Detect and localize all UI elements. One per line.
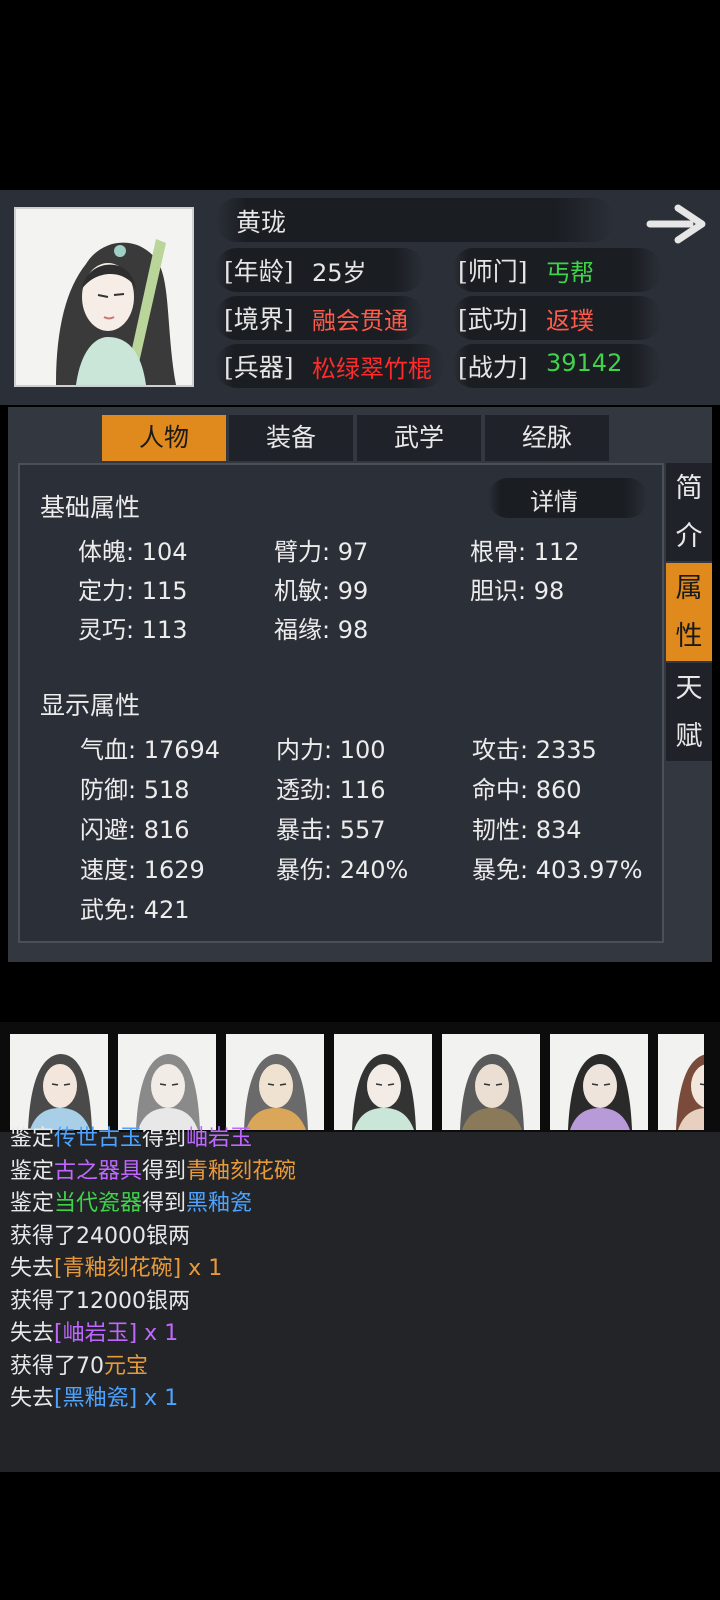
basic-attributes-title: 基础属性 bbox=[40, 493, 141, 522]
log-segment: [黑釉瓷] x 1 bbox=[54, 1386, 179, 1411]
stat-value: 臂力: 97 bbox=[274, 538, 369, 566]
stat-value: 攻击: 2335 bbox=[472, 736, 597, 764]
side-tab-attributes[interactable]: 属性 bbox=[666, 563, 712, 661]
log-line: 失去[黑釉瓷] x 1 bbox=[10, 1380, 178, 1412]
log-segment: 失去 bbox=[10, 1256, 55, 1281]
field-label: [武功] bbox=[458, 305, 528, 334]
log-line: 鉴定当代瓷器得到黑釉瓷 bbox=[10, 1185, 252, 1217]
log-segment: 鉴定 bbox=[10, 1191, 55, 1216]
stat-value: 内力: 100 bbox=[276, 736, 386, 764]
detail-button[interactable]: 详情 bbox=[488, 478, 648, 518]
log-segment: 失去 bbox=[10, 1386, 55, 1411]
stat-value: 福缘: 98 bbox=[274, 616, 369, 644]
stat-value: 暴免: 403.97% bbox=[472, 856, 643, 884]
stat-value: 根骨: 112 bbox=[470, 538, 580, 566]
side-tab-intro-label: 简介 bbox=[675, 473, 703, 552]
stat-value: 胆识: 98 bbox=[470, 577, 565, 605]
field-label: [兵器] bbox=[224, 353, 294, 382]
side-tab-attributes-label: 属性 bbox=[675, 573, 703, 652]
log-segment: 鉴定 bbox=[10, 1158, 55, 1184]
stat-value: 防御: 518 bbox=[80, 776, 190, 804]
log-segment: 岫岩玉 bbox=[186, 1126, 253, 1151]
stat-value: 速度: 1629 bbox=[80, 856, 205, 884]
log-segment: 得到 bbox=[142, 1158, 187, 1184]
tab-martial-arts[interactable]: 武学 bbox=[357, 415, 481, 461]
display-attributes-title: 显示属性 bbox=[40, 691, 141, 720]
field-label: [年龄] bbox=[224, 257, 294, 286]
log-segment: 获得了12000银两 bbox=[10, 1288, 190, 1314]
tab-meridians[interactable]: 经脉 bbox=[485, 415, 609, 461]
party-member-portrait[interactable] bbox=[658, 1034, 704, 1130]
log-segment: 得到 bbox=[142, 1191, 187, 1216]
side-tab-intro[interactable]: 简介 bbox=[666, 463, 712, 561]
next-arrow-icon[interactable] bbox=[646, 200, 708, 248]
stat-value: 透劲: 116 bbox=[276, 776, 386, 804]
log-segment: 古之器具 bbox=[54, 1158, 143, 1184]
stat-value: 体魄: 104 bbox=[78, 538, 188, 566]
stat-value: 武免: 421 bbox=[80, 896, 190, 924]
field-label: [境界] bbox=[224, 305, 294, 334]
character-name: 黄珑 bbox=[236, 208, 287, 237]
field-value: 39142 bbox=[546, 349, 623, 377]
log-line: 鉴定古之器具得到青釉刻花碗 bbox=[10, 1153, 296, 1185]
log-segment: 获得了70 bbox=[10, 1353, 104, 1379]
party-member-portrait[interactable] bbox=[550, 1034, 648, 1130]
party-member-portrait[interactable] bbox=[226, 1034, 324, 1130]
side-tab-talents[interactable]: 天赋 bbox=[666, 663, 712, 761]
log-segment: 传世古玉 bbox=[54, 1126, 143, 1151]
character-portrait bbox=[14, 207, 194, 387]
log-line: 失去[岫岩玉] x 1 bbox=[10, 1315, 178, 1347]
log-line: 鉴定传世古玉得到岫岩玉 bbox=[10, 1120, 252, 1152]
stat-value: 定力: 115 bbox=[78, 577, 188, 605]
log-segment: [岫岩玉] x 1 bbox=[54, 1321, 179, 1346]
stat-value: 气血: 17694 bbox=[80, 736, 221, 764]
field-value: 融会贯通 bbox=[312, 307, 408, 335]
party-member-portrait[interactable] bbox=[118, 1034, 216, 1130]
field-label: [师门] bbox=[458, 257, 528, 286]
field-value: 丐帮 bbox=[546, 259, 594, 287]
party-member-portrait[interactable] bbox=[10, 1034, 108, 1130]
stat-value: 灵巧: 113 bbox=[78, 616, 188, 644]
log-segment: 青釉刻花碗 bbox=[186, 1158, 297, 1184]
stat-value: 命中: 860 bbox=[472, 776, 582, 804]
tab-character[interactable]: 人物 bbox=[102, 415, 226, 461]
log-segment: [青釉刻花碗] x 1 bbox=[54, 1256, 223, 1281]
log-segment: 元宝 bbox=[104, 1353, 149, 1379]
log-segment: 鉴定 bbox=[10, 1126, 55, 1151]
log-line: 获得了12000银两 bbox=[10, 1283, 190, 1315]
tab-equipment[interactable]: 装备 bbox=[229, 415, 353, 461]
log-segment: 得到 bbox=[142, 1126, 187, 1151]
stat-value: 暴击: 557 bbox=[276, 816, 386, 844]
side-tab-talents-label: 天赋 bbox=[675, 673, 703, 752]
field-value: 25岁 bbox=[312, 259, 367, 287]
log-line: 失去[青釉刻花碗] x 1 bbox=[10, 1250, 222, 1282]
stat-value: 韧性: 834 bbox=[472, 816, 582, 844]
log-segment: 失去 bbox=[10, 1321, 55, 1346]
field-value: 返璞 bbox=[546, 307, 594, 335]
log-segment: 当代瓷器 bbox=[54, 1191, 143, 1216]
log-line: 获得了70元宝 bbox=[10, 1348, 148, 1380]
log-line: 获得了24000银两 bbox=[10, 1218, 190, 1250]
field-value: 松绿翠竹棍 bbox=[312, 355, 432, 383]
stat-value: 闪避: 816 bbox=[80, 816, 190, 844]
log-segment: 获得了24000银两 bbox=[10, 1223, 190, 1249]
log-segment: 黑釉瓷 bbox=[186, 1191, 253, 1216]
party-member-portrait[interactable] bbox=[334, 1034, 432, 1130]
stat-value: 暴伤: 240% bbox=[276, 856, 409, 884]
stat-value: 机敏: 99 bbox=[274, 577, 369, 605]
party-member-portrait[interactable] bbox=[442, 1034, 540, 1130]
field-label: [战力] bbox=[458, 353, 528, 382]
detail-label: 详情 bbox=[530, 488, 578, 516]
